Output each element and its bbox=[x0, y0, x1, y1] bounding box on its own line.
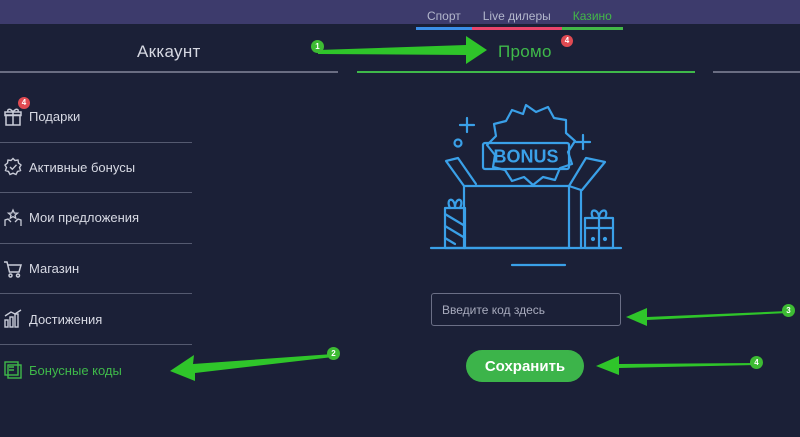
top-bar: Спорт Live дилеры Казино bbox=[0, 0, 800, 30]
step-marker-3: 3 bbox=[782, 304, 795, 317]
bar-chart-icon bbox=[2, 308, 24, 330]
step-marker-1: 1 bbox=[311, 40, 324, 53]
tab-account[interactable]: Аккаунт bbox=[137, 42, 201, 62]
bonus-text: BONUS bbox=[493, 147, 558, 167]
gift-icon bbox=[2, 106, 24, 128]
arrow-to-bonus-codes bbox=[170, 354, 333, 381]
promo-badge: 4 bbox=[561, 35, 573, 47]
bonus-badge-icon bbox=[2, 156, 24, 178]
sidebar-item-shop[interactable]: Магазин bbox=[0, 244, 192, 295]
star-hands-icon bbox=[2, 207, 24, 229]
bonus-code-icon bbox=[2, 359, 24, 381]
top-nav-casino[interactable]: Казино bbox=[561, 7, 623, 30]
arrow-to-code-input bbox=[626, 308, 788, 326]
sidebar-item-my-offers[interactable]: Мои предложения bbox=[0, 193, 192, 244]
bonus-box-illustration: BONUS bbox=[429, 103, 623, 267]
cart-icon bbox=[2, 258, 24, 280]
step-marker-4: 4 bbox=[750, 356, 763, 369]
sidebar: Подарки Активные бонусы Мои предложения … bbox=[0, 92, 192, 396]
tab-divider-right bbox=[713, 71, 800, 73]
sidebar-item-bonus-codes[interactable]: Бонусные коды bbox=[0, 345, 192, 396]
tab-promo[interactable]: Промо bbox=[498, 42, 552, 62]
sidebar-item-label: Достижения bbox=[29, 311, 103, 327]
step-marker-2: 2 bbox=[327, 347, 340, 360]
promo-code-input[interactable] bbox=[431, 293, 621, 326]
save-button[interactable]: Сохранить bbox=[466, 350, 584, 382]
top-nav-live-dealers[interactable]: Live дилеры bbox=[471, 7, 562, 30]
top-nav-sport[interactable]: Спорт bbox=[416, 7, 472, 30]
sidebar-item-active-bonuses[interactable]: Активные бонусы bbox=[0, 143, 192, 194]
sidebar-item-label: Активные бонусы bbox=[29, 159, 136, 175]
sidebar-item-label: Подарки bbox=[29, 109, 81, 125]
arrow-to-promo bbox=[318, 36, 487, 64]
sidebar-item-achievements[interactable]: Достижения bbox=[0, 294, 192, 345]
sidebar-item-label: Магазин bbox=[29, 261, 80, 277]
top-nav: Спорт Live дилеры Казино bbox=[416, 7, 623, 30]
gifts-badge: 4 bbox=[18, 97, 30, 109]
tab-account-underline bbox=[0, 71, 338, 73]
sidebar-item-label: Бонусные коды bbox=[29, 362, 122, 378]
arrow-to-save-button bbox=[596, 356, 756, 375]
sidebar-item-label: Мои предложения bbox=[29, 210, 140, 226]
tab-promo-underline bbox=[357, 71, 695, 73]
